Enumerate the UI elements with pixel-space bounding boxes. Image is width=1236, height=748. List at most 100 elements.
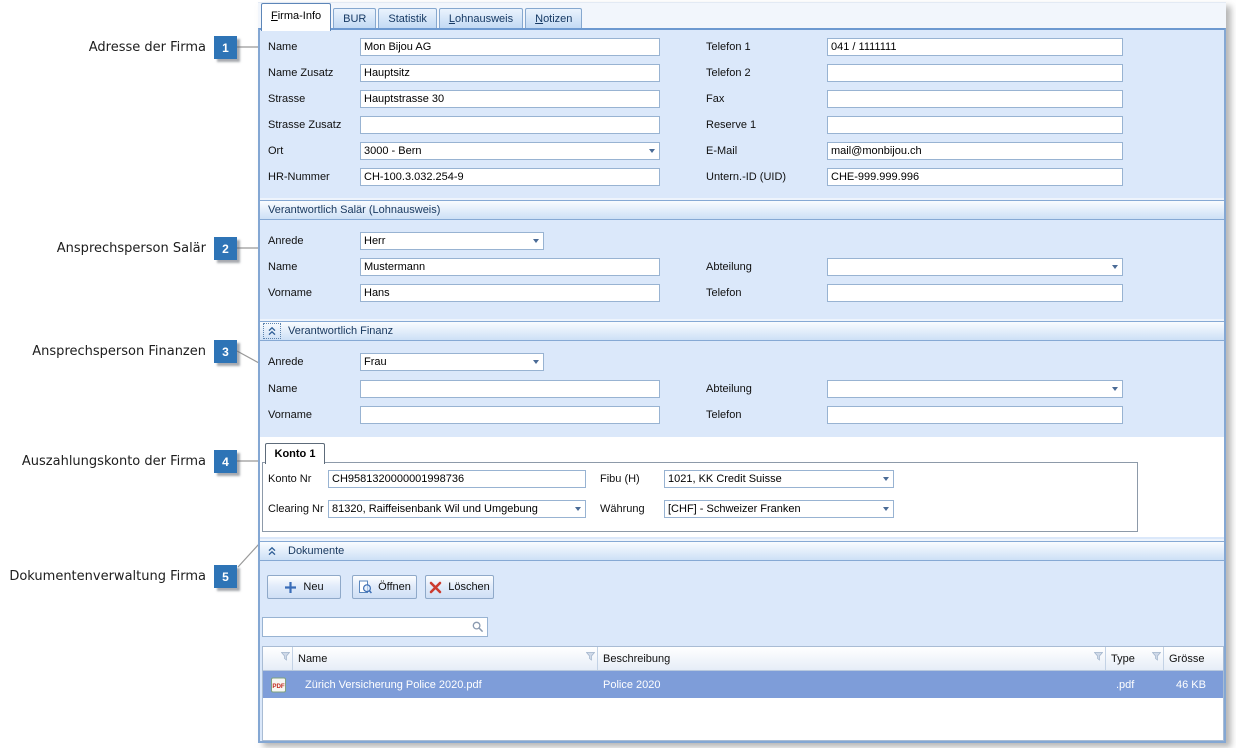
filter-funnel-icon[interactable] <box>586 652 595 661</box>
column-header-beschreibung[interactable]: Beschreibung <box>598 647 1106 670</box>
name-zusatz-input[interactable] <box>360 64 660 82</box>
reserve1-label: Reserve 1 <box>706 116 756 134</box>
uid-input[interactable] <box>827 168 1123 186</box>
document-type-cell: .pdf <box>1106 679 1164 691</box>
indicator-column-header[interactable] <box>263 647 293 670</box>
table-row[interactable]: PDF Zürich Versicherung Police 2020.pdf … <box>263 671 1223 698</box>
salaer-anrede-combobox[interactable]: Herr <box>360 232 544 250</box>
annotation-label-finanzen: Ansprechsperson Finanzen <box>0 344 206 359</box>
konto-nr-input[interactable] <box>328 470 586 488</box>
tab-firma-info[interactable]: Firma-Info <box>261 3 331 31</box>
chevron-down-icon[interactable] <box>878 501 893 517</box>
firma-panel: Firma-Info BUR Statistik Lohnausweis Not… <box>258 2 1226 743</box>
ort-combobox[interactable]: 3000 - Bern <box>360 142 660 160</box>
email-input[interactable] <box>827 142 1123 160</box>
tab-konto-1[interactable]: Konto 1 <box>265 443 325 464</box>
annotation-badge-1: 1 <box>214 36 237 59</box>
reserve1-input[interactable] <box>827 116 1123 134</box>
documents-table: Name Beschreibung Type <box>262 646 1224 741</box>
document-search-input[interactable] <box>263 621 469 633</box>
filter-funnel-icon[interactable] <box>281 652 290 661</box>
section-title: Dokumente <box>288 545 344 557</box>
salaer-anrede-label: Anrede <box>268 232 303 250</box>
annotation-label-konto: Auszahlungskonto der Firma <box>0 454 206 469</box>
double-chevron-up-icon <box>267 546 277 556</box>
tab-page-firma-info: Name Name Zusatz Strasse Strasse Zusatz … <box>258 28 1226 743</box>
plus-icon <box>284 581 297 594</box>
section-header-verantwortlich-salaer: Verantwortlich Salär (Lohnausweis) <box>260 200 1224 220</box>
tab-statistik[interactable]: Statistik <box>378 8 437 28</box>
column-header-name[interactable]: Name <box>293 647 598 670</box>
telefon1-input[interactable] <box>827 38 1123 56</box>
annotation-label-adresse: Adresse der Firma <box>0 40 206 55</box>
document-beschreibung-cell: Police 2020 <box>598 679 1106 691</box>
section-header-dokumente: Dokumente <box>260 541 1224 561</box>
chevron-down-icon[interactable] <box>528 354 543 370</box>
telefon2-label: Telefon 2 <box>706 64 751 82</box>
name-label: Name <box>268 38 297 56</box>
annotation-label-salaer: Ansprechsperson Salär <box>0 241 206 256</box>
tab-lohnausweis[interactable]: Lohnausweis <box>439 8 523 28</box>
double-chevron-up-icon <box>267 326 277 336</box>
hr-nummer-input[interactable] <box>360 168 660 186</box>
search-icon[interactable] <box>469 621 487 633</box>
annotation-badge-5: 5 <box>214 565 237 588</box>
loeschen-button[interactable]: Löschen <box>425 575 494 599</box>
filter-funnel-icon[interactable] <box>1152 652 1161 661</box>
document-groesse-cell: 46 KB <box>1164 679 1223 691</box>
salaer-abteilung-label: Abteilung <box>706 258 752 276</box>
column-header-groesse[interactable]: Grösse <box>1164 647 1223 670</box>
name-zusatz-label: Name Zusatz <box>268 64 333 82</box>
clearing-nr-label: Clearing Nr <box>268 500 324 518</box>
oeffnen-button[interactable]: Öffnen <box>352 575 417 599</box>
collapse-section-button[interactable] <box>264 544 280 558</box>
finanz-abteilung-combobox[interactable] <box>827 380 1123 398</box>
tab-notizen[interactable]: Notizen <box>525 8 582 28</box>
fibu-label: Fibu (H) <box>600 470 640 488</box>
salaer-vorname-input[interactable] <box>360 284 660 302</box>
section-title: Verantwortlich Salär (Lohnausweis) <box>268 204 440 216</box>
section-title: Verantwortlich Finanz <box>288 325 393 337</box>
collapse-section-button[interactable] <box>264 324 280 338</box>
waehrung-combobox[interactable]: [CHF] - Schweizer Franken <box>664 500 894 518</box>
tab-bar: Firma-Info BUR Statistik Lohnausweis Not… <box>258 2 1226 29</box>
chevron-down-icon[interactable] <box>1107 381 1122 397</box>
chevron-down-icon[interactable] <box>528 233 543 249</box>
document-name-cell: Zürich Versicherung Police 2020.pdf <box>293 679 598 691</box>
chevron-down-icon[interactable] <box>644 143 659 159</box>
finanz-telefon-input[interactable] <box>827 406 1123 424</box>
clearing-nr-combobox[interactable]: 81320, Raiffeisenbank Wil und Umgebung <box>328 500 586 518</box>
section-header-verantwortlich-finanz: Verantwortlich Finanz <box>260 321 1224 341</box>
delete-x-icon <box>429 581 442 594</box>
salaer-name-input[interactable] <box>360 258 660 276</box>
annotation-badge-4: 4 <box>214 450 237 473</box>
salaer-vorname-label: Vorname <box>268 284 312 302</box>
chevron-down-icon[interactable] <box>878 471 893 487</box>
hr-nummer-label: HR-Nummer <box>268 168 330 186</box>
annotation-badge-3: 3 <box>214 340 237 363</box>
chevron-down-icon[interactable] <box>1107 259 1122 275</box>
finanz-anrede-label: Anrede <box>268 353 303 371</box>
strasse-zusatz-input[interactable] <box>360 116 660 134</box>
chevron-down-icon[interactable] <box>570 501 585 517</box>
neu-button[interactable]: Neu <box>267 575 341 599</box>
fibu-combobox[interactable]: 1021, KK Credit Suisse <box>664 470 894 488</box>
tab-bur[interactable]: BUR <box>333 8 376 28</box>
finanz-vorname-label: Vorname <box>268 406 312 424</box>
fax-input[interactable] <box>827 90 1123 108</box>
column-header-type[interactable]: Type <box>1106 647 1164 670</box>
salaer-telefon-input[interactable] <box>827 284 1123 302</box>
open-document-icon <box>358 580 372 594</box>
telefon2-input[interactable] <box>827 64 1123 82</box>
strasse-input[interactable] <box>360 90 660 108</box>
strasse-zusatz-label: Strasse Zusatz <box>268 116 341 134</box>
salaer-abteilung-combobox[interactable] <box>827 258 1123 276</box>
finanz-anrede-combobox[interactable]: Frau <box>360 353 544 371</box>
fax-label: Fax <box>706 90 724 108</box>
strasse-label: Strasse <box>268 90 305 108</box>
name-input[interactable] <box>360 38 660 56</box>
finanz-name-input[interactable] <box>360 380 660 398</box>
filter-funnel-icon[interactable] <box>1094 652 1103 661</box>
finanz-vorname-input[interactable] <box>360 406 660 424</box>
salaer-telefon-label: Telefon <box>706 284 741 302</box>
